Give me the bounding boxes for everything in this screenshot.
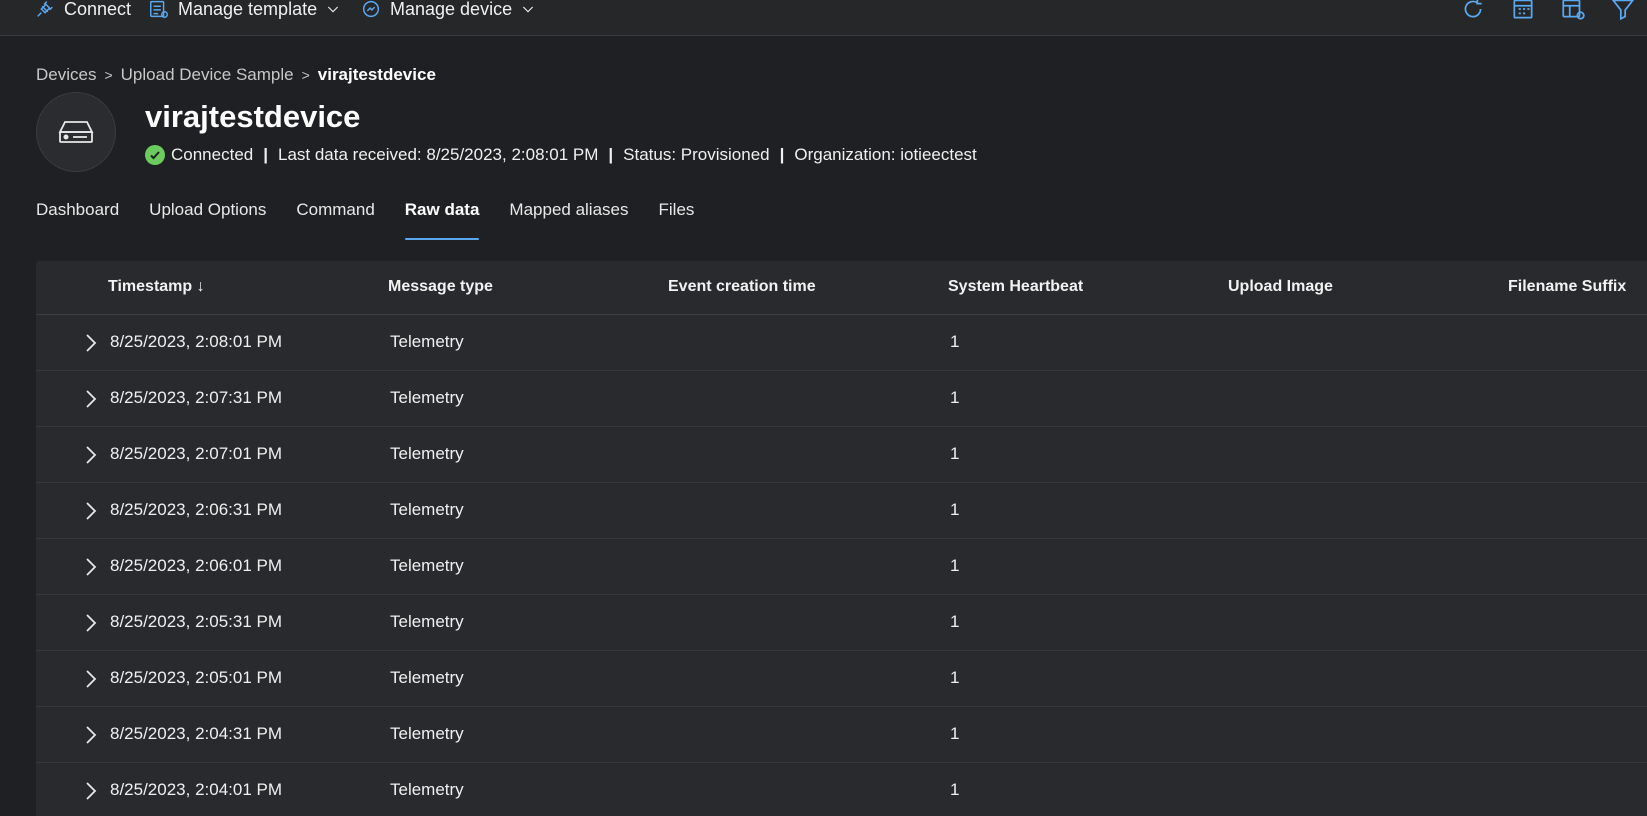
last-data-received: Last data received: 8/25/2023, 2:08:01 P… xyxy=(278,145,599,164)
table-row[interactable]: 8/25/2023, 2:05:01 PM Telemetry 1 xyxy=(36,651,1647,707)
cell-timestamp: 8/25/2023, 2:06:01 PM xyxy=(110,556,283,575)
calendar-icon xyxy=(1513,0,1533,19)
cell-timestamp: 8/25/2023, 2:04:31 PM xyxy=(110,724,283,743)
table-row[interactable]: 8/25/2023, 2:05:31 PM Telemetry 1 xyxy=(36,595,1647,651)
column-header-filename-suffix[interactable]: Filename Suffix xyxy=(1508,278,1626,296)
column-header-system-heartbeat[interactable]: System Heartbeat xyxy=(948,278,1083,296)
chevron-right-icon[interactable] xyxy=(82,556,100,578)
cell-message-type: Telemetry xyxy=(390,444,464,463)
tab-mapped-aliases[interactable]: Mapped aliases xyxy=(509,198,628,238)
raw-data-table: Timestamp ↓ Message type Event creation … xyxy=(36,261,1647,816)
tab-files[interactable]: Files xyxy=(659,198,695,238)
template-icon xyxy=(150,0,168,18)
chevron-right-icon[interactable] xyxy=(82,444,100,466)
breadcrumb-current: virajtestdevice xyxy=(317,65,436,84)
table-row[interactable]: 8/25/2023, 2:07:01 PM Telemetry 1 xyxy=(36,427,1647,483)
column-header-event-creation-time[interactable]: Event creation time xyxy=(668,278,816,296)
chevron-right-icon[interactable] xyxy=(82,500,100,522)
plug-icon xyxy=(37,1,53,17)
column-header-timestamp[interactable]: Timestamp ↓ xyxy=(108,278,205,296)
device-settings-icon xyxy=(362,0,380,18)
tab-dashboard[interactable]: Dashboard xyxy=(36,198,119,238)
cell-message-type: Telemetry xyxy=(390,724,464,743)
organization: Organization: iotieectest xyxy=(794,145,977,164)
cell-message-type: Telemetry xyxy=(390,668,464,687)
separator: | xyxy=(608,145,614,164)
table-row[interactable]: 8/25/2023, 2:06:01 PM Telemetry 1 xyxy=(36,539,1647,595)
table-row[interactable]: 8/25/2023, 2:07:31 PM Telemetry 1 xyxy=(36,371,1647,427)
chevron-down-icon xyxy=(523,6,534,13)
tab-upload-options[interactable]: Upload Options xyxy=(149,198,266,238)
chevron-right-icon: > xyxy=(301,67,310,83)
cell-message-type: Telemetry xyxy=(390,388,464,407)
manage-template-button[interactable]: Manage template xyxy=(148,0,341,21)
column-header-message-type[interactable]: Message type xyxy=(388,278,493,296)
tab-raw-data[interactable]: Raw data xyxy=(404,198,479,240)
separator: | xyxy=(263,145,268,164)
cell-message-type: Telemetry xyxy=(390,500,464,519)
cell-system-heartbeat: 1 xyxy=(950,612,960,631)
chevron-right-icon[interactable] xyxy=(82,724,100,746)
cell-timestamp: 8/25/2023, 2:07:31 PM xyxy=(110,388,283,407)
cell-message-type: Telemetry xyxy=(390,612,464,631)
cell-message-type: Telemetry xyxy=(390,780,464,799)
breadcrumb: Devices > Upload Device Sample > virajte… xyxy=(36,64,436,86)
provisioning-status: Status: Provisioned xyxy=(623,145,770,164)
table-row[interactable]: 8/25/2023, 2:04:31 PM Telemetry 1 xyxy=(36,707,1647,763)
cell-timestamp: 8/25/2023, 2:04:01 PM xyxy=(110,780,283,799)
cell-timestamp: 8/25/2023, 2:07:01 PM xyxy=(110,444,283,463)
device-avatar xyxy=(36,92,116,172)
cell-system-heartbeat: 1 xyxy=(950,500,960,519)
filter-button[interactable] xyxy=(1610,0,1636,22)
table-header: Timestamp ↓ Message type Event creation … xyxy=(36,261,1647,315)
tab-command[interactable]: Command xyxy=(296,198,374,238)
cell-message-type: Telemetry xyxy=(390,556,464,575)
cell-system-heartbeat: 1 xyxy=(950,724,960,743)
breadcrumb-template[interactable]: Upload Device Sample xyxy=(121,65,294,85)
cell-system-heartbeat: 1 xyxy=(950,332,960,351)
connect-button[interactable]: Connect xyxy=(34,0,131,21)
cell-system-heartbeat: 1 xyxy=(950,780,960,799)
chevron-right-icon[interactable] xyxy=(82,668,100,690)
connect-label: Connect xyxy=(64,0,132,19)
chevron-right-icon[interactable] xyxy=(82,388,100,410)
refresh-icon xyxy=(1464,0,1482,18)
manage-template-label: Manage template xyxy=(178,0,318,19)
table-row[interactable]: 8/25/2023, 2:08:01 PM Telemetry 1 xyxy=(36,315,1647,371)
cell-timestamp: 8/25/2023, 2:08:01 PM xyxy=(110,332,283,351)
command-bar: Connect Manage template Manage device xyxy=(0,0,1647,36)
cell-system-heartbeat: 1 xyxy=(950,444,960,463)
chevron-right-icon: > xyxy=(104,67,113,83)
breadcrumb-devices[interactable]: Devices xyxy=(36,65,96,85)
cell-timestamp: 8/25/2023, 2:05:01 PM xyxy=(110,668,283,687)
table-settings-button[interactable] xyxy=(1560,0,1586,22)
manage-device-button[interactable]: Manage device xyxy=(360,0,536,21)
page-title: virajtestdevice xyxy=(145,99,361,134)
check-circle-icon xyxy=(145,145,165,165)
cell-timestamp: 8/25/2023, 2:05:31 PM xyxy=(110,612,283,631)
tab-bar: Dashboard Upload Options Command Raw dat… xyxy=(36,198,724,240)
column-header-upload-image[interactable]: Upload Image xyxy=(1228,278,1333,296)
chevron-right-icon[interactable] xyxy=(82,332,100,354)
table-row[interactable]: 8/25/2023, 2:06:31 PM Telemetry 1 xyxy=(36,483,1647,539)
cell-system-heartbeat: 1 xyxy=(950,556,960,575)
chevron-right-icon[interactable] xyxy=(82,612,100,634)
cell-system-heartbeat: 1 xyxy=(950,668,960,687)
separator: | xyxy=(779,145,785,164)
filter-icon xyxy=(1611,0,1635,21)
chevron-right-icon[interactable] xyxy=(82,780,100,802)
cell-timestamp: 8/25/2023, 2:06:31 PM xyxy=(110,500,283,519)
cell-system-heartbeat: 1 xyxy=(950,388,960,407)
manage-device-label: Manage device xyxy=(390,0,513,19)
cell-message-type: Telemetry xyxy=(390,332,464,351)
table-settings-icon xyxy=(1562,0,1585,20)
calendar-button[interactable] xyxy=(1510,0,1536,22)
connection-status: Connected xyxy=(171,145,254,164)
table-row[interactable]: 8/25/2023, 2:04:01 PM Telemetry 1 xyxy=(36,763,1647,816)
device-status-line: Connected | Last data received: 8/25/202… xyxy=(145,144,977,166)
refresh-button[interactable] xyxy=(1460,0,1486,22)
device-icon xyxy=(58,121,94,143)
chevron-down-icon xyxy=(328,6,339,13)
